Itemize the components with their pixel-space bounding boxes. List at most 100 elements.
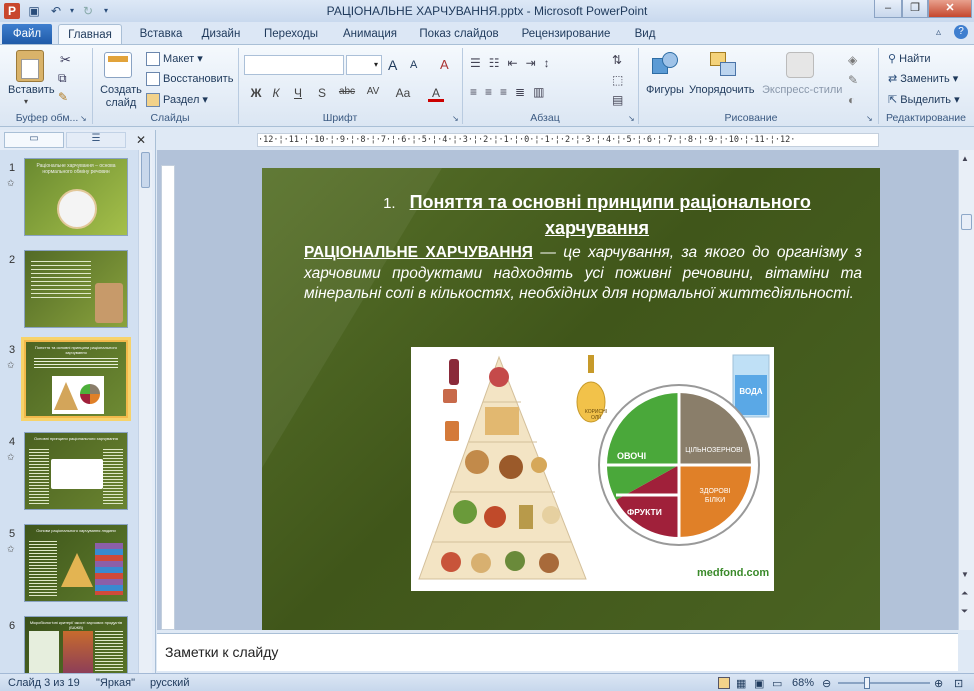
food-image bbox=[51, 459, 103, 489]
language-indicator[interactable]: русский bbox=[150, 677, 189, 689]
select-button[interactable]: ⇱ Выделить ▾ bbox=[888, 93, 960, 106]
tab-transitions[interactable]: Переходы bbox=[258, 24, 324, 44]
text-direction-icons[interactable]: ⇅ ⬚ ▤ bbox=[612, 50, 623, 110]
quick-styles-button[interactable]: Экспресс-стили bbox=[762, 84, 842, 96]
clipboard-launcher-icon[interactable]: ↘ bbox=[80, 114, 87, 123]
definition-text[interactable]: РАЦІОНАЛЬНЕ ХАРЧУВАННЯ — це харчування, … bbox=[304, 243, 862, 305]
vegetables-label: ОВОЧІ bbox=[617, 451, 647, 461]
slide-thumbnail-1[interactable]: Раціональне харчування – основа нормальн… bbox=[24, 158, 128, 236]
font-color-button[interactable]: A bbox=[428, 86, 444, 102]
tab-animation[interactable]: Анимация bbox=[334, 24, 406, 44]
slide-canvas[interactable]: 1. Поняття та основні принципи раціональн… bbox=[262, 168, 880, 630]
clear-formatting-button[interactable]: A bbox=[440, 57, 449, 72]
previous-slide-icon[interactable]: ⏶ bbox=[961, 588, 968, 599]
slide-thumbnail-2[interactable] bbox=[24, 250, 128, 328]
decrease-indent-icon[interactable]: ⇤ bbox=[508, 56, 526, 70]
food-guide-image[interactable]: КОРИСНІ ОЛІЇ ВОДА ОВОЧІ ЦІЛЬНОЗЕРНОВІ ФР… bbox=[411, 347, 774, 591]
align-right-icon[interactable]: ≡ bbox=[500, 85, 515, 99]
zoom-in-icon[interactable]: ⊕ bbox=[934, 677, 943, 690]
change-case-button[interactable]: Aa bbox=[392, 86, 414, 102]
slide-heading[interactable]: 1. Поняття та основні принципи раціональн… bbox=[362, 190, 832, 241]
zoom-slider-thumb[interactable] bbox=[864, 677, 870, 689]
grow-font-button[interactable]: A bbox=[388, 57, 397, 73]
restore-button[interactable]: ❐ bbox=[902, 0, 928, 18]
slide-sorter-icon[interactable]: ▦ bbox=[736, 677, 746, 690]
numbering-icon[interactable]: ☷ bbox=[489, 56, 508, 70]
new-slide-button[interactable]: Создать слайд bbox=[99, 84, 143, 110]
close-pane-icon[interactable]: ✕ bbox=[136, 133, 146, 147]
drawing-launcher-icon[interactable]: ↘ bbox=[866, 114, 873, 123]
fit-to-window-icon[interactable]: ⊡ bbox=[954, 677, 963, 690]
justify-icon[interactable]: ≣ bbox=[515, 85, 533, 99]
bullets-icon[interactable]: ☰ bbox=[470, 56, 489, 70]
reading-view-icon[interactable]: ▣ bbox=[754, 677, 764, 690]
notes-pane[interactable]: Заметки к слайду bbox=[157, 633, 958, 671]
find-button[interactable]: ⚲ Найти bbox=[888, 52, 931, 65]
outline-tab[interactable]: ☰ bbox=[66, 132, 126, 148]
tab-review[interactable]: Рецензирование bbox=[514, 24, 618, 44]
replace-button[interactable]: ⇄ Заменить ▾ bbox=[888, 72, 958, 85]
thumbnails-scrollbar[interactable] bbox=[138, 150, 152, 673]
character-spacing-button[interactable]: AV bbox=[362, 86, 384, 102]
font-name-combobox[interactable] bbox=[244, 55, 344, 75]
close-button[interactable]: ✕ bbox=[928, 0, 972, 18]
zoom-slider[interactable] bbox=[838, 682, 930, 684]
slide-thumbnail-5[interactable]: Основи раціонального харчування людини bbox=[24, 524, 128, 602]
font-size-combobox[interactable]: ▾ bbox=[346, 55, 382, 75]
section-button[interactable]: Раздел ▾ bbox=[146, 93, 208, 108]
slides-tab[interactable]: ▭ bbox=[4, 132, 64, 148]
tab-insert[interactable]: Вставка bbox=[128, 24, 194, 44]
reset-button[interactable]: Восстановить bbox=[146, 72, 233, 86]
tab-slideshow[interactable]: Показ слайдов bbox=[414, 24, 504, 44]
italic-button[interactable]: К bbox=[268, 86, 284, 102]
scroll-thumb[interactable] bbox=[961, 214, 972, 230]
bold-button[interactable]: Ж bbox=[248, 86, 264, 102]
format-painter-icon[interactable]: ✎ bbox=[58, 90, 68, 104]
normal-view-icon[interactable] bbox=[718, 677, 730, 689]
paste-dropdown-icon[interactable]: ▾ bbox=[24, 97, 28, 106]
paragraph-launcher-icon[interactable]: ↘ bbox=[628, 114, 635, 123]
theme-name[interactable]: "Яркая" bbox=[96, 677, 135, 689]
copy-icon[interactable]: ⧉ bbox=[58, 71, 67, 86]
minimize-ribbon-icon[interactable]: ▵ bbox=[936, 27, 941, 38]
font-launcher-icon[interactable]: ↘ bbox=[452, 114, 459, 123]
shrink-font-button[interactable]: A bbox=[410, 59, 417, 71]
strikethrough-button[interactable]: abc bbox=[336, 86, 358, 102]
cut-icon[interactable]: ✂ bbox=[60, 52, 71, 68]
slide-thumbnail-3[interactable]: Поняття та основні принципи раціональног… bbox=[21, 337, 131, 421]
align-center-icon[interactable]: ≡ bbox=[485, 85, 500, 99]
underline-button[interactable]: Ч bbox=[290, 86, 306, 102]
tab-design[interactable]: Дизайн bbox=[196, 24, 246, 44]
align-left-icon[interactable]: ≡ bbox=[470, 85, 485, 99]
shape-format-icons[interactable]: ◈ ✎ ◐ bbox=[848, 50, 858, 110]
scroll-up-icon[interactable]: ▲ bbox=[961, 154, 969, 163]
thumb-text-block bbox=[29, 631, 59, 673]
tab-view[interactable]: Вид bbox=[628, 24, 662, 44]
columns-icon[interactable]: ▥ bbox=[533, 85, 552, 99]
section-label: Раздел bbox=[163, 94, 200, 106]
line-spacing-icon[interactable]: ↕ bbox=[544, 56, 558, 70]
zoom-out-icon[interactable]: ⊖ bbox=[822, 677, 831, 690]
reset-label: Восстановить bbox=[163, 72, 234, 85]
scroll-thumb[interactable] bbox=[141, 152, 150, 188]
slide-thumbnail-4[interactable]: Основні принципи раціонального харчуванн… bbox=[24, 432, 128, 510]
next-slide-icon[interactable]: ⏷ bbox=[961, 606, 968, 617]
scroll-down-icon[interactable]: ▼ bbox=[961, 570, 969, 579]
paste-button[interactable]: Вставить bbox=[8, 84, 55, 96]
arrange-button[interactable]: Упорядочить bbox=[689, 84, 754, 96]
tab-file[interactable]: Файл bbox=[2, 24, 52, 44]
increase-indent-icon[interactable]: ⇥ bbox=[526, 56, 544, 70]
list-buttons-row: ☰☷⇤⇥↕ bbox=[470, 56, 558, 70]
tab-home[interactable]: Главная bbox=[58, 24, 122, 44]
thumb-number: 4 bbox=[9, 436, 16, 448]
separator bbox=[238, 48, 239, 124]
shapes-button[interactable]: Фигуры bbox=[646, 84, 684, 96]
layout-button[interactable]: Макет ▾ bbox=[146, 52, 203, 67]
editor-scrollbar[interactable]: ▲ ▼ ⏶ ⏷ bbox=[958, 150, 974, 630]
slideshow-icon[interactable]: ▭ bbox=[772, 677, 782, 690]
help-icon[interactable]: ? bbox=[954, 25, 968, 39]
slide-thumbnail-6[interactable]: Мікробіологічні критерії якості харчових… bbox=[24, 616, 128, 673]
zoom-level[interactable]: 68% bbox=[792, 677, 814, 689]
shadow-button[interactable]: S bbox=[314, 86, 330, 102]
minimize-button[interactable]: ‒ bbox=[874, 0, 902, 18]
